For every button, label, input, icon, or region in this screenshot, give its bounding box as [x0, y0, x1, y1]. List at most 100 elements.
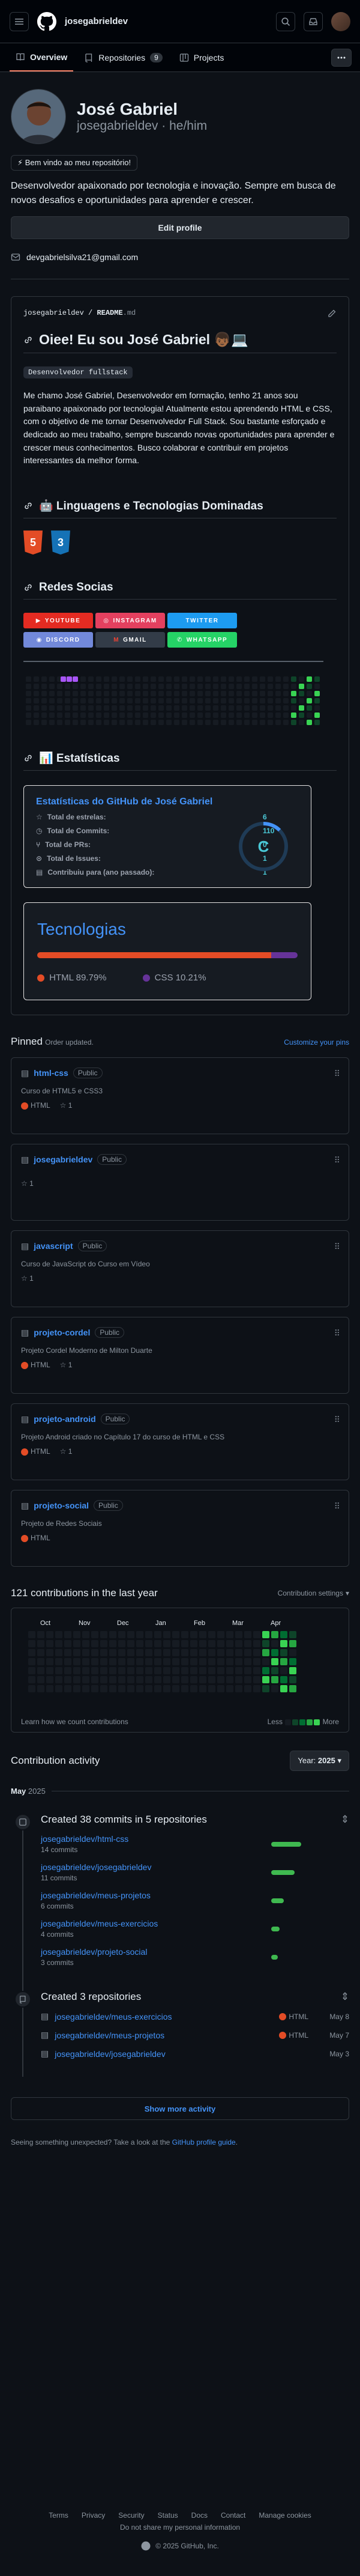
contribution-day[interactable]	[145, 1640, 152, 1648]
contribution-day[interactable]	[226, 1631, 233, 1639]
contribution-day[interactable]	[181, 1667, 188, 1675]
footer-link[interactable]: Do not share my personal information	[120, 2523, 240, 2532]
contribution-day[interactable]	[73, 1667, 80, 1675]
contribution-day[interactable]	[280, 1640, 287, 1648]
twitter-badge[interactable]: TWITTER	[167, 613, 237, 629]
contribution-day[interactable]	[262, 1658, 269, 1666]
commit-repo-link[interactable]: josegabrieldev/meus-exercicios	[41, 1919, 271, 1928]
pinned-repo-link[interactable]: projeto-social	[34, 1501, 89, 1510]
contribution-day[interactable]	[37, 1649, 44, 1657]
contribution-day[interactable]	[154, 1640, 161, 1648]
footer-link[interactable]: Status	[158, 2511, 178, 2520]
contribution-day[interactable]	[217, 1640, 224, 1648]
contribution-day[interactable]	[28, 1685, 35, 1693]
contribution-day[interactable]	[154, 1658, 161, 1666]
contribution-day[interactable]	[226, 1676, 233, 1684]
contribution-day[interactable]	[100, 1640, 107, 1648]
contribution-day[interactable]	[46, 1685, 53, 1693]
contribution-day[interactable]	[172, 1658, 179, 1666]
contribution-day[interactable]	[190, 1649, 197, 1657]
commit-count[interactable]: 14 commits	[41, 1845, 271, 1854]
contribution-day[interactable]	[226, 1667, 233, 1675]
github-logo-icon[interactable]	[37, 11, 56, 31]
contribution-day[interactable]	[64, 1667, 71, 1675]
contribution-day[interactable]	[91, 1640, 98, 1648]
contribution-day[interactable]	[127, 1667, 134, 1675]
contribution-day[interactable]	[73, 1658, 80, 1666]
created-repo-link[interactable]: josegabrieldev/meus-projetos	[55, 2031, 164, 2040]
contribution-day[interactable]	[46, 1658, 53, 1666]
contribution-day[interactable]	[181, 1676, 188, 1684]
contribution-day[interactable]	[136, 1676, 143, 1684]
contribution-day[interactable]	[136, 1631, 143, 1639]
contribution-day[interactable]	[262, 1649, 269, 1657]
drag-handle-icon[interactable]: ⠿	[334, 1069, 340, 1079]
user-avatar[interactable]	[331, 11, 350, 31]
drag-handle-icon[interactable]: ⠿	[334, 1415, 340, 1425]
contribution-day[interactable]	[154, 1649, 161, 1657]
contribution-day[interactable]	[235, 1640, 242, 1648]
contribution-day[interactable]	[289, 1658, 296, 1666]
created-repo-link[interactable]: josegabrieldev/josegabrieldev	[55, 2049, 165, 2059]
contribution-day[interactable]	[55, 1649, 62, 1657]
contribution-day[interactable]	[253, 1640, 260, 1648]
contribution-day[interactable]	[163, 1649, 170, 1657]
contribution-day[interactable]	[55, 1667, 62, 1675]
contribution-day[interactable]	[253, 1658, 260, 1666]
contribution-day[interactable]	[253, 1685, 260, 1693]
contribution-day[interactable]	[46, 1631, 53, 1639]
contribution-day[interactable]	[199, 1676, 206, 1684]
gmail-badge[interactable]: M GMAIL	[95, 632, 165, 648]
contribution-day[interactable]	[280, 1631, 287, 1639]
pinned-repo-link[interactable]: projeto-cordel	[34, 1328, 90, 1337]
fold-icon[interactable]: ⇕	[341, 1814, 349, 1826]
contribution-day[interactable]	[118, 1640, 125, 1648]
contribution-day[interactable]	[163, 1676, 170, 1684]
contribution-day[interactable]	[217, 1676, 224, 1684]
contribution-day[interactable]	[109, 1631, 116, 1639]
contribution-day[interactable]	[217, 1685, 224, 1693]
footer-link[interactable]: Security	[118, 2511, 144, 2520]
contribution-day[interactable]	[289, 1631, 296, 1639]
footer-link[interactable]: Manage cookies	[259, 2511, 311, 2520]
contribution-day[interactable]	[145, 1667, 152, 1675]
contribution-day[interactable]	[190, 1676, 197, 1684]
commit-count[interactable]: 11 commits	[41, 1874, 271, 1882]
contribution-day[interactable]	[253, 1649, 260, 1657]
contribution-day[interactable]	[55, 1676, 62, 1684]
contribution-day[interactable]	[163, 1631, 170, 1639]
contribution-day[interactable]	[271, 1685, 278, 1693]
contribution-day[interactable]	[91, 1667, 98, 1675]
contribution-day[interactable]	[190, 1685, 197, 1693]
search-button[interactable]	[276, 11, 295, 31]
contribution-day[interactable]	[172, 1631, 179, 1639]
pinned-repo-link[interactable]: html-css	[34, 1068, 68, 1078]
contribution-day[interactable]	[64, 1676, 71, 1684]
link-icon[interactable]	[23, 583, 33, 592]
contribution-day[interactable]	[82, 1631, 89, 1639]
contribution-day[interactable]	[271, 1631, 278, 1639]
contribution-day[interactable]	[271, 1658, 278, 1666]
contribution-day[interactable]	[199, 1658, 206, 1666]
contribution-day[interactable]	[46, 1676, 53, 1684]
contribution-day[interactable]	[172, 1649, 179, 1657]
contribution-day[interactable]	[64, 1685, 71, 1693]
show-more-activity-button[interactable]: Show more activity	[11, 2097, 349, 2121]
contribution-day[interactable]	[244, 1685, 251, 1693]
contribution-day[interactable]	[91, 1676, 98, 1684]
contribution-day[interactable]	[235, 1685, 242, 1693]
contribution-day[interactable]	[226, 1685, 233, 1693]
commit-repo-link[interactable]: josegabrieldev/projeto-social	[41, 1947, 271, 1957]
contribution-day[interactable]	[64, 1658, 71, 1666]
footer-link[interactable]: Terms	[49, 2511, 68, 2520]
contribution-day[interactable]	[145, 1649, 152, 1657]
contribution-day[interactable]	[145, 1658, 152, 1666]
contribution-day[interactable]	[100, 1649, 107, 1657]
contribution-day[interactable]	[199, 1685, 206, 1693]
contribution-day[interactable]	[118, 1676, 125, 1684]
edit-profile-button[interactable]: Edit profile	[11, 216, 349, 239]
contribution-day[interactable]	[172, 1640, 179, 1648]
contribution-day[interactable]	[82, 1640, 89, 1648]
contribution-day[interactable]	[109, 1685, 116, 1693]
contribution-day[interactable]	[136, 1640, 143, 1648]
